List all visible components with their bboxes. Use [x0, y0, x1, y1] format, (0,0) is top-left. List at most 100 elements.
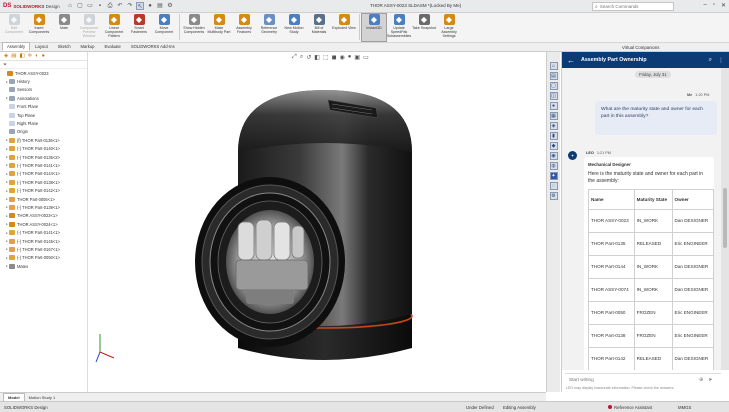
bookmark-icon[interactable]: ▮ [549, 132, 558, 140]
update-speedpak-subassemblies-button[interactable]: ◆ Update SpeedPak Subassemblies [387, 14, 411, 38]
design-library-icon[interactable]: ▤ [549, 72, 558, 80]
marketplace-icon[interactable]: ◆ [549, 142, 558, 150]
tree-item[interactable]: ▸ Mates [0, 262, 87, 270]
insert-components-button[interactable]: ◆ Insert Components [27, 14, 51, 34]
large-assembly-settings-button[interactable]: ◆ Large Assembly Settings [437, 14, 461, 38]
collaboration-icon[interactable]: ◉ [549, 152, 558, 160]
make-multibody-part-button[interactable]: ◆ Make Multibody Part [207, 14, 231, 34]
tree-item[interactable]: ▸ (-) THOR Part-0050<1> [0, 254, 87, 262]
open-folder-icon[interactable]: ▭ [86, 2, 94, 10]
tree-item[interactable]: ▸ THOR ASSY-0024<1> [0, 220, 87, 228]
more-options-icon[interactable]: ⋮ [718, 57, 724, 64]
tab-sketch[interactable]: Sketch [53, 42, 76, 51]
tab-assembly[interactable]: Assembly [2, 42, 31, 51]
show-hidden-components-button[interactable]: ◆ Show Hidden Components [182, 14, 206, 34]
minimize-icon[interactable]: – [703, 2, 706, 9]
tab-solidworks-add-ins[interactable]: SOLIDWORKS Add-Ins [126, 42, 180, 51]
print-icon[interactable]: ⎙ [106, 2, 114, 10]
3dexperience-icon[interactable]: ◈ [549, 122, 558, 130]
chat-icon[interactable]: ◌ [549, 182, 558, 190]
property-manager-icon[interactable]: ▤ [11, 53, 16, 59]
appearances-icon[interactable]: ● [549, 102, 558, 110]
tree-item[interactable]: ▸ (-) THOR Part-0135<2> [0, 153, 87, 161]
appearance-icon[interactable]: ● [42, 53, 45, 59]
linear-component-pattern-button[interactable]: ◆ Linear Component Pattern [102, 14, 126, 38]
edit-component-button[interactable]: ◆ Edit Component [2, 14, 26, 34]
tab-motion-study-1[interactable]: Motion Study 1 [25, 394, 60, 401]
solidworks-resources-icon[interactable]: ⌂ [549, 62, 558, 70]
attach-icon[interactable]: ⊕ [699, 377, 703, 383]
tree-item[interactable]: ▸ (-) THOR Part-0144<1> [0, 170, 87, 178]
options-gear-icon[interactable]: ⚙ [166, 2, 174, 10]
tree-item[interactable]: ▸ (-) THOR Part-0141<1> [0, 228, 87, 236]
tree-item[interactable]: Front Plane [0, 103, 87, 111]
select-arrow-icon[interactable]: ↖ [136, 2, 144, 10]
tree-item[interactable]: ▸ (-) THOR Part-0142<1> [0, 186, 87, 194]
settings-icon[interactable]: ⚙ [549, 192, 558, 200]
bill-of-materials-button[interactable]: ◆ Bill of Materials [307, 14, 331, 34]
tree-item[interactable]: ▸ (f) THOR Part-0136<1> [0, 136, 87, 144]
view-palette-icon[interactable]: ◫ [549, 92, 558, 100]
display-manager-icon[interactable]: ◐ [35, 53, 38, 59]
graphics-area[interactable]: ⤢ ⌕ ↺ ◧ ⬚ ◼ ◉ ● ▣ ▭ [88, 52, 544, 392]
undo-icon[interactable]: ↶ [116, 2, 124, 10]
tree-item[interactable]: ▸ History [0, 77, 87, 85]
rebuild-icon[interactable]: ● [146, 2, 154, 10]
file-explorer-icon[interactable]: ▢ [549, 82, 558, 90]
tree-item[interactable]: ▸ (-) THOR Part-0140<1> [0, 145, 87, 153]
custom-properties-icon[interactable]: ▦ [549, 112, 558, 120]
maximize-icon[interactable]: ▫ [713, 2, 715, 9]
search-box[interactable]: ⌕ [592, 2, 674, 11]
move-component-button[interactable]: ◆ Move Component [152, 14, 176, 34]
send-icon[interactable]: ➤ [708, 377, 712, 383]
exploded-view-button[interactable]: ◆ Exploded View [332, 14, 356, 30]
virtual-companion-icon[interactable]: ✦ [549, 172, 558, 180]
tree-item[interactable]: Origin [0, 128, 87, 136]
tree-item[interactable]: ▸ (-) THOR Part-0145<1> [0, 237, 87, 245]
instant3d-button[interactable]: ◆ Instant3D [361, 13, 387, 42]
reference-assistant[interactable]: Reference Assistant [608, 405, 652, 410]
tree-item[interactable]: Sensors [0, 86, 87, 94]
dimxpert-icon[interactable]: ✛ [28, 53, 33, 59]
new-document-icon[interactable]: ▢ [76, 2, 84, 10]
tree-item[interactable]: ▸ (-) THOR Part-0138<1> [0, 178, 87, 186]
chat-scroll-thumb[interactable] [723, 188, 727, 248]
tree-item[interactable]: ▸ THOR ASSY-0023<1> [0, 212, 87, 220]
tree-item[interactable]: ▸ Annotations [0, 94, 87, 102]
tab-evaluate[interactable]: Evaluate [100, 42, 126, 51]
configuration-manager-icon[interactable]: ◧ [19, 53, 24, 59]
new-motion-study-button[interactable]: ◆ New Motion Study [282, 14, 306, 34]
smart-fasteners-button[interactable]: ◆ Smart Fasteners [127, 14, 151, 34]
redo-icon[interactable]: ↷ [126, 2, 134, 10]
close-icon[interactable]: ✕ [721, 2, 726, 9]
component-preview-window-button[interactable]: ◆ Component Preview Window [77, 14, 101, 38]
chat-conversation[interactable]: Friday, July 31 Me 1:20 PM What are the m… [562, 68, 722, 370]
tree-item[interactable]: ▸ (-) THOR Part-0139<1> [0, 203, 87, 211]
chat-input-box[interactable]: ⊕ ➤ [565, 373, 721, 385]
assembly-features-button[interactable]: ◆ Assembly Features [232, 14, 256, 34]
tab-layout[interactable]: Layout [30, 42, 53, 51]
tree-item[interactable]: ▸ THOR Part-0005<1> [0, 195, 87, 203]
tree-item[interactable]: ▸ (-) THOR Part-0141<1> [0, 161, 87, 169]
search-commands-input[interactable] [599, 4, 670, 9]
home-icon[interactable]: ⌂ [66, 2, 74, 10]
assembly-3d-model[interactable] [88, 52, 544, 392]
take-snapshot-button[interactable]: ◆ Take Snapshot [412, 14, 436, 30]
save-icon[interactable]: ▪ [96, 2, 104, 10]
search-icon[interactable]: ⌕ [709, 57, 712, 64]
chat-scrollbar[interactable] [721, 68, 729, 370]
feature-manager-icon[interactable]: ◈ [4, 53, 8, 59]
filter-icon[interactable]: ⏷ [3, 62, 7, 68]
tree-item[interactable]: ▸ (-) THOR Part-0167<1> [0, 245, 87, 253]
tree-item[interactable]: Right Plane [0, 119, 87, 127]
unit-system[interactable]: MMGS [678, 405, 691, 410]
mate-button[interactable]: ◆ Mate [52, 14, 76, 30]
message-input[interactable] [569, 377, 699, 382]
tree-filter[interactable]: ⏷ [0, 61, 87, 69]
tree-item[interactable]: Top Plane [0, 111, 87, 119]
tab-markup[interactable]: Markup [76, 42, 100, 51]
back-arrow-icon[interactable]: ← [567, 56, 575, 65]
notifications-icon[interactable]: ◍ [549, 162, 558, 170]
reference-geometry-button[interactable]: ◆ Reference Geometry [257, 14, 281, 34]
file-properties-icon[interactable]: ▤ [156, 2, 164, 10]
